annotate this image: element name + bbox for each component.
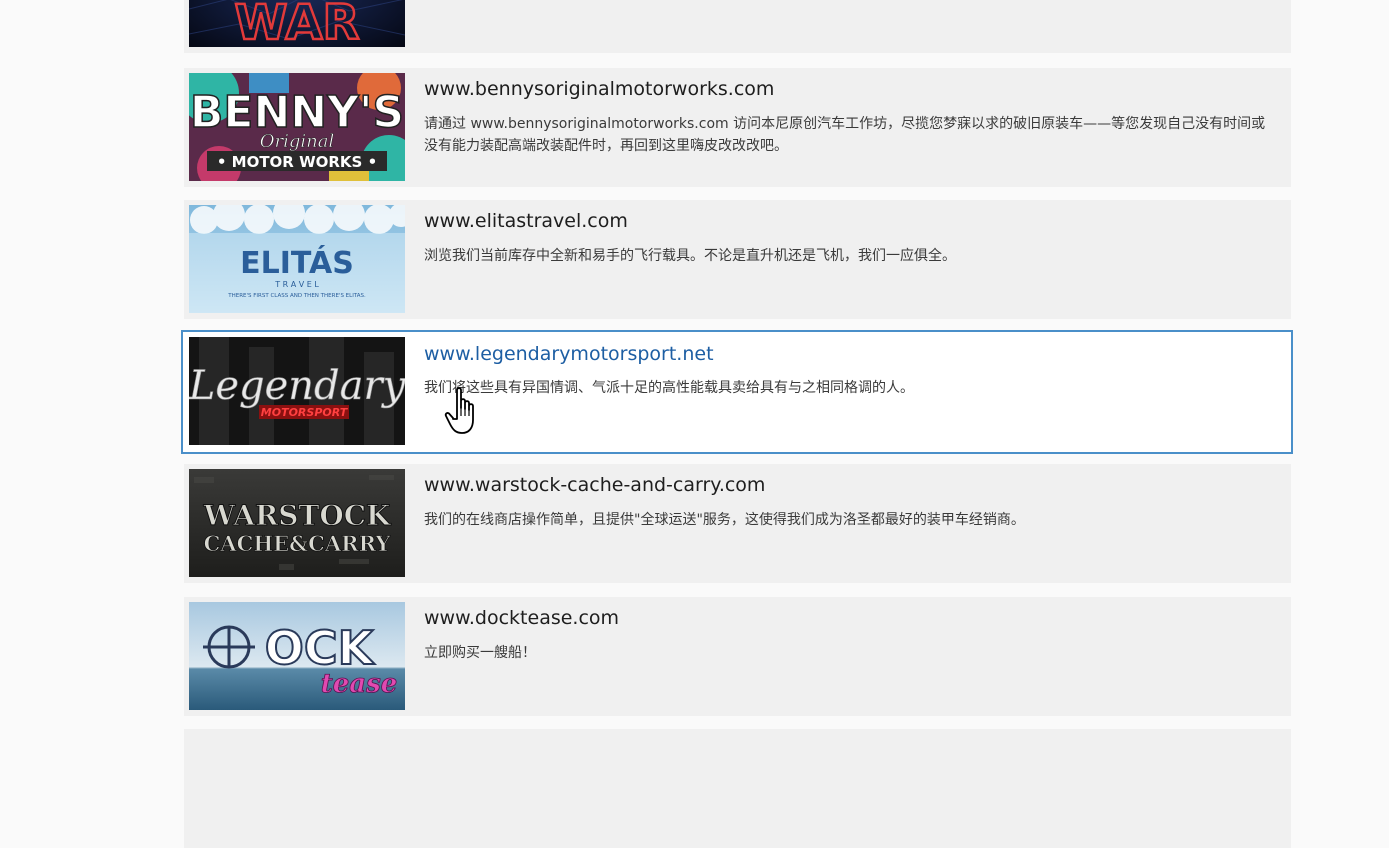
- site-description-bennys: 请通过 www.bennysoriginalmotorworks.com 访问本…: [424, 116, 1266, 154]
- svg-text:MOTORSPORT: MOTORSPORT: [261, 406, 349, 419]
- site-description-warstock: 我们的在线商店操作简单，且提供"全球运送"服务，这使得我们成为洛圣都最好的装甲车…: [424, 512, 1025, 528]
- svg-text:tease: tease: [321, 669, 398, 699]
- svg-text:WARSTOCK: WARSTOCK: [203, 499, 392, 532]
- war-logo-icon: WAR: [189, 0, 405, 47]
- svg-text:CACHE&CARRY: CACHE&CARRY: [204, 531, 392, 556]
- site-title-warstock[interactable]: www.warstock-cache-and-carry.com: [424, 474, 765, 496]
- svg-text:ELITÁS: ELITÁS: [240, 245, 354, 281]
- svg-text:WAR: WAR: [235, 0, 360, 47]
- docktease-logo-icon: OCK tease: [189, 602, 405, 710]
- elitas-logo-icon: ELITÁS T R A V E L THERE'S FIRST CLASS A…: [189, 205, 405, 313]
- site-description-legendary: 我们将这些具有异国情调、气派十足的高性能载具卖给具有与之相同格调的人。: [424, 380, 914, 396]
- site-card-docktease[interactable]: OCK tease www.docktease.com 立即购买一艘船！: [184, 597, 1291, 716]
- site-description-docktease: 立即购买一艘船！: [424, 645, 536, 661]
- site-card-war[interactable]: WAR: [184, 0, 1291, 53]
- site-title-elitas[interactable]: www.elitastravel.com: [424, 210, 628, 232]
- svg-text:OCK: OCK: [265, 621, 376, 675]
- site-description-elitas: 浏览我们当前库存中全新和易手的飞行载具。不论是直升机还是飞机，我们一应俱全。: [424, 248, 956, 264]
- site-card-elitas[interactable]: ELITÁS T R A V E L THERE'S FIRST CLASS A…: [184, 200, 1291, 319]
- site-card-bennys[interactable]: BENNY'S Original • MOTOR WORKS • www.ben…: [184, 68, 1291, 187]
- legendary-logo-icon: Legendary MOTORSPORT: [189, 337, 405, 445]
- svg-text:Legendary: Legendary: [189, 363, 405, 409]
- bennys-logo-icon: BENNY'S Original • MOTOR WORKS •: [189, 73, 405, 181]
- site-card-legendary[interactable]: Legendary MOTORSPORT www.legendarymotors…: [181, 330, 1293, 454]
- svg-text:Original: Original: [260, 131, 335, 152]
- site-card-next[interactable]: [184, 729, 1291, 848]
- svg-text:• MOTOR WORKS •: • MOTOR WORKS •: [217, 153, 377, 171]
- site-card-warstock[interactable]: WARSTOCK CACHE&CARRY www.warstock-cache-…: [184, 464, 1291, 583]
- site-title-bennys[interactable]: www.bennysoriginalmotorworks.com: [424, 78, 774, 100]
- svg-text:T R A V E L: T R A V E L: [274, 280, 319, 289]
- site-title-docktease[interactable]: www.docktease.com: [424, 607, 619, 629]
- site-title-legendary[interactable]: www.legendarymotorsport.net: [424, 343, 714, 365]
- svg-text:THERE'S FIRST CLASS AND THEN T: THERE'S FIRST CLASS AND THEN THERE'S ELI…: [227, 293, 366, 299]
- warstock-logo-icon: WARSTOCK CACHE&CARRY: [189, 469, 405, 577]
